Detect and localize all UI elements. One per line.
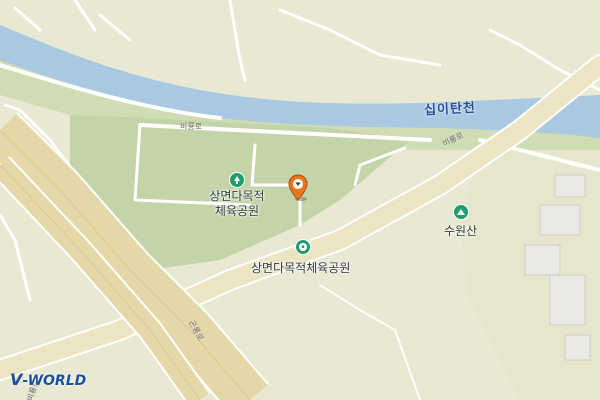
location-pin-icon[interactable] <box>287 174 309 202</box>
logo-text: -WORLD <box>22 373 87 389</box>
road-label-birong: 비룡로 <box>180 122 203 131</box>
vworld-logo: V-WORLD <box>10 370 86 389</box>
soccer-ball-icon[interactable] <box>295 239 311 255</box>
park-tree-icon[interactable] <box>229 172 245 188</box>
park-label-line2: 체육공원 <box>214 204 260 218</box>
sports-park-label[interactable]: 상면다목적체육공원 <box>251 259 350 276</box>
mountain-icon[interactable] <box>453 204 469 220</box>
mountain-label[interactable]: 수원산 <box>444 222 477 239</box>
park-label[interactable]: 상면다목적 체육공원 <box>205 189 269 219</box>
river-label: 십이탄천 <box>423 100 477 119</box>
map-view[interactable]: 십이탄천 비룡로 비룡로 곤룡로 비룡로 상면다목적 체육공원 수원산 상면다목… <box>0 0 600 400</box>
logo-prefix: V <box>10 370 23 389</box>
park-label-line1: 상면다목적 <box>209 189 265 203</box>
